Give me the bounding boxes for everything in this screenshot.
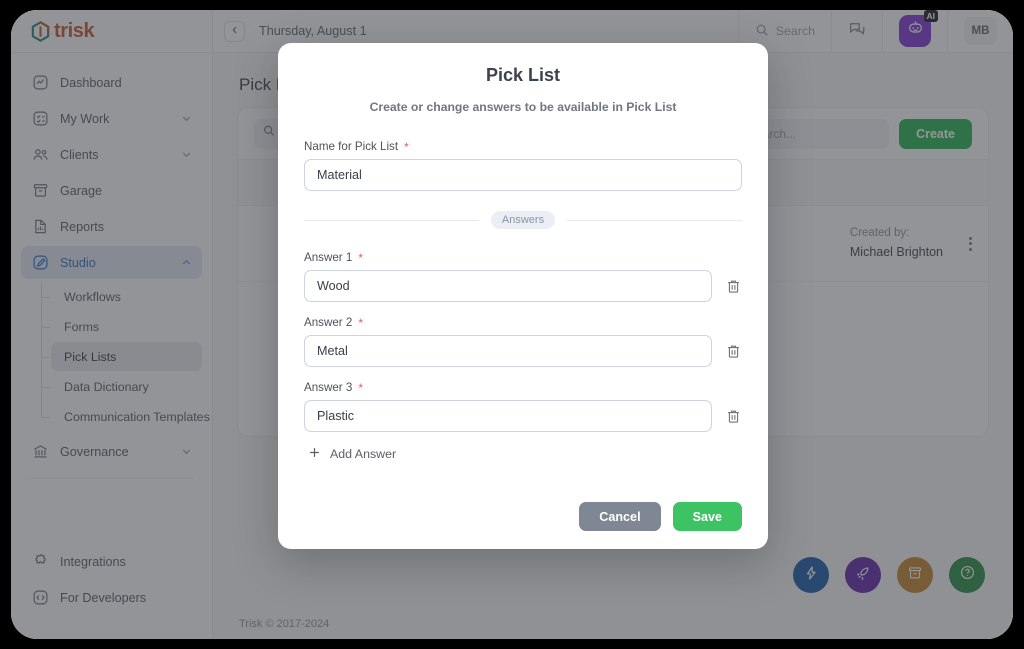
field-label-text: Answer 2 bbox=[304, 316, 353, 329]
pick-list-name-input[interactable] bbox=[304, 159, 742, 191]
field-label-text: Answer 1 bbox=[304, 251, 353, 264]
app-screen: trisk Dashboard My Work bbox=[11, 10, 1013, 639]
pick-list-modal: Pick List Create or change answers to be… bbox=[278, 43, 768, 549]
required-asterisk: * bbox=[404, 139, 409, 154]
modal-subtitle: Create or change answers to be available… bbox=[369, 100, 677, 114]
answer-3-label: Answer 3 * bbox=[304, 381, 742, 394]
answer-1-input[interactable] bbox=[304, 270, 712, 302]
pick-list-name-field: Name for Pick List * bbox=[304, 140, 742, 191]
trash-icon[interactable] bbox=[724, 407, 742, 425]
required-asterisk: * bbox=[358, 315, 363, 330]
answers-chip: Answers bbox=[490, 211, 556, 229]
field-label-text: Answer 3 bbox=[304, 381, 353, 394]
required-asterisk: * bbox=[358, 250, 363, 265]
plus-icon bbox=[308, 446, 321, 462]
modal-footer: Cancel Save bbox=[278, 488, 768, 549]
modal-title: Pick List bbox=[485, 65, 561, 85]
answer-3-field: Answer 3 * bbox=[304, 381, 742, 432]
add-answer-label: Add Answer bbox=[330, 447, 397, 461]
answer-2-label: Answer 2 * bbox=[304, 316, 742, 329]
answer-3-input[interactable] bbox=[304, 400, 712, 432]
answer-row bbox=[304, 400, 742, 432]
answer-2-field: Answer 2 * bbox=[304, 316, 742, 367]
answer-1-label: Answer 1 * bbox=[304, 251, 742, 264]
pick-list-name-label: Name for Pick List * bbox=[304, 140, 742, 153]
divider-line-left bbox=[304, 219, 479, 221]
field-label-text: Name for Pick List bbox=[304, 140, 399, 153]
answer-1-field: Answer 1 * bbox=[304, 251, 742, 302]
answer-row bbox=[304, 270, 742, 302]
device-bezel: trisk Dashboard My Work bbox=[0, 0, 1024, 649]
save-button[interactable]: Save bbox=[672, 502, 742, 531]
answer-row bbox=[304, 335, 742, 367]
required-asterisk: * bbox=[358, 380, 363, 395]
answer-2-input[interactable] bbox=[304, 335, 712, 367]
answers-divider: Answers bbox=[304, 211, 742, 229]
trash-icon[interactable] bbox=[724, 277, 742, 295]
trash-icon[interactable] bbox=[724, 342, 742, 360]
divider-line-right bbox=[567, 219, 742, 221]
cancel-button[interactable]: Cancel bbox=[579, 502, 661, 531]
add-answer-button[interactable]: Add Answer bbox=[308, 446, 742, 462]
